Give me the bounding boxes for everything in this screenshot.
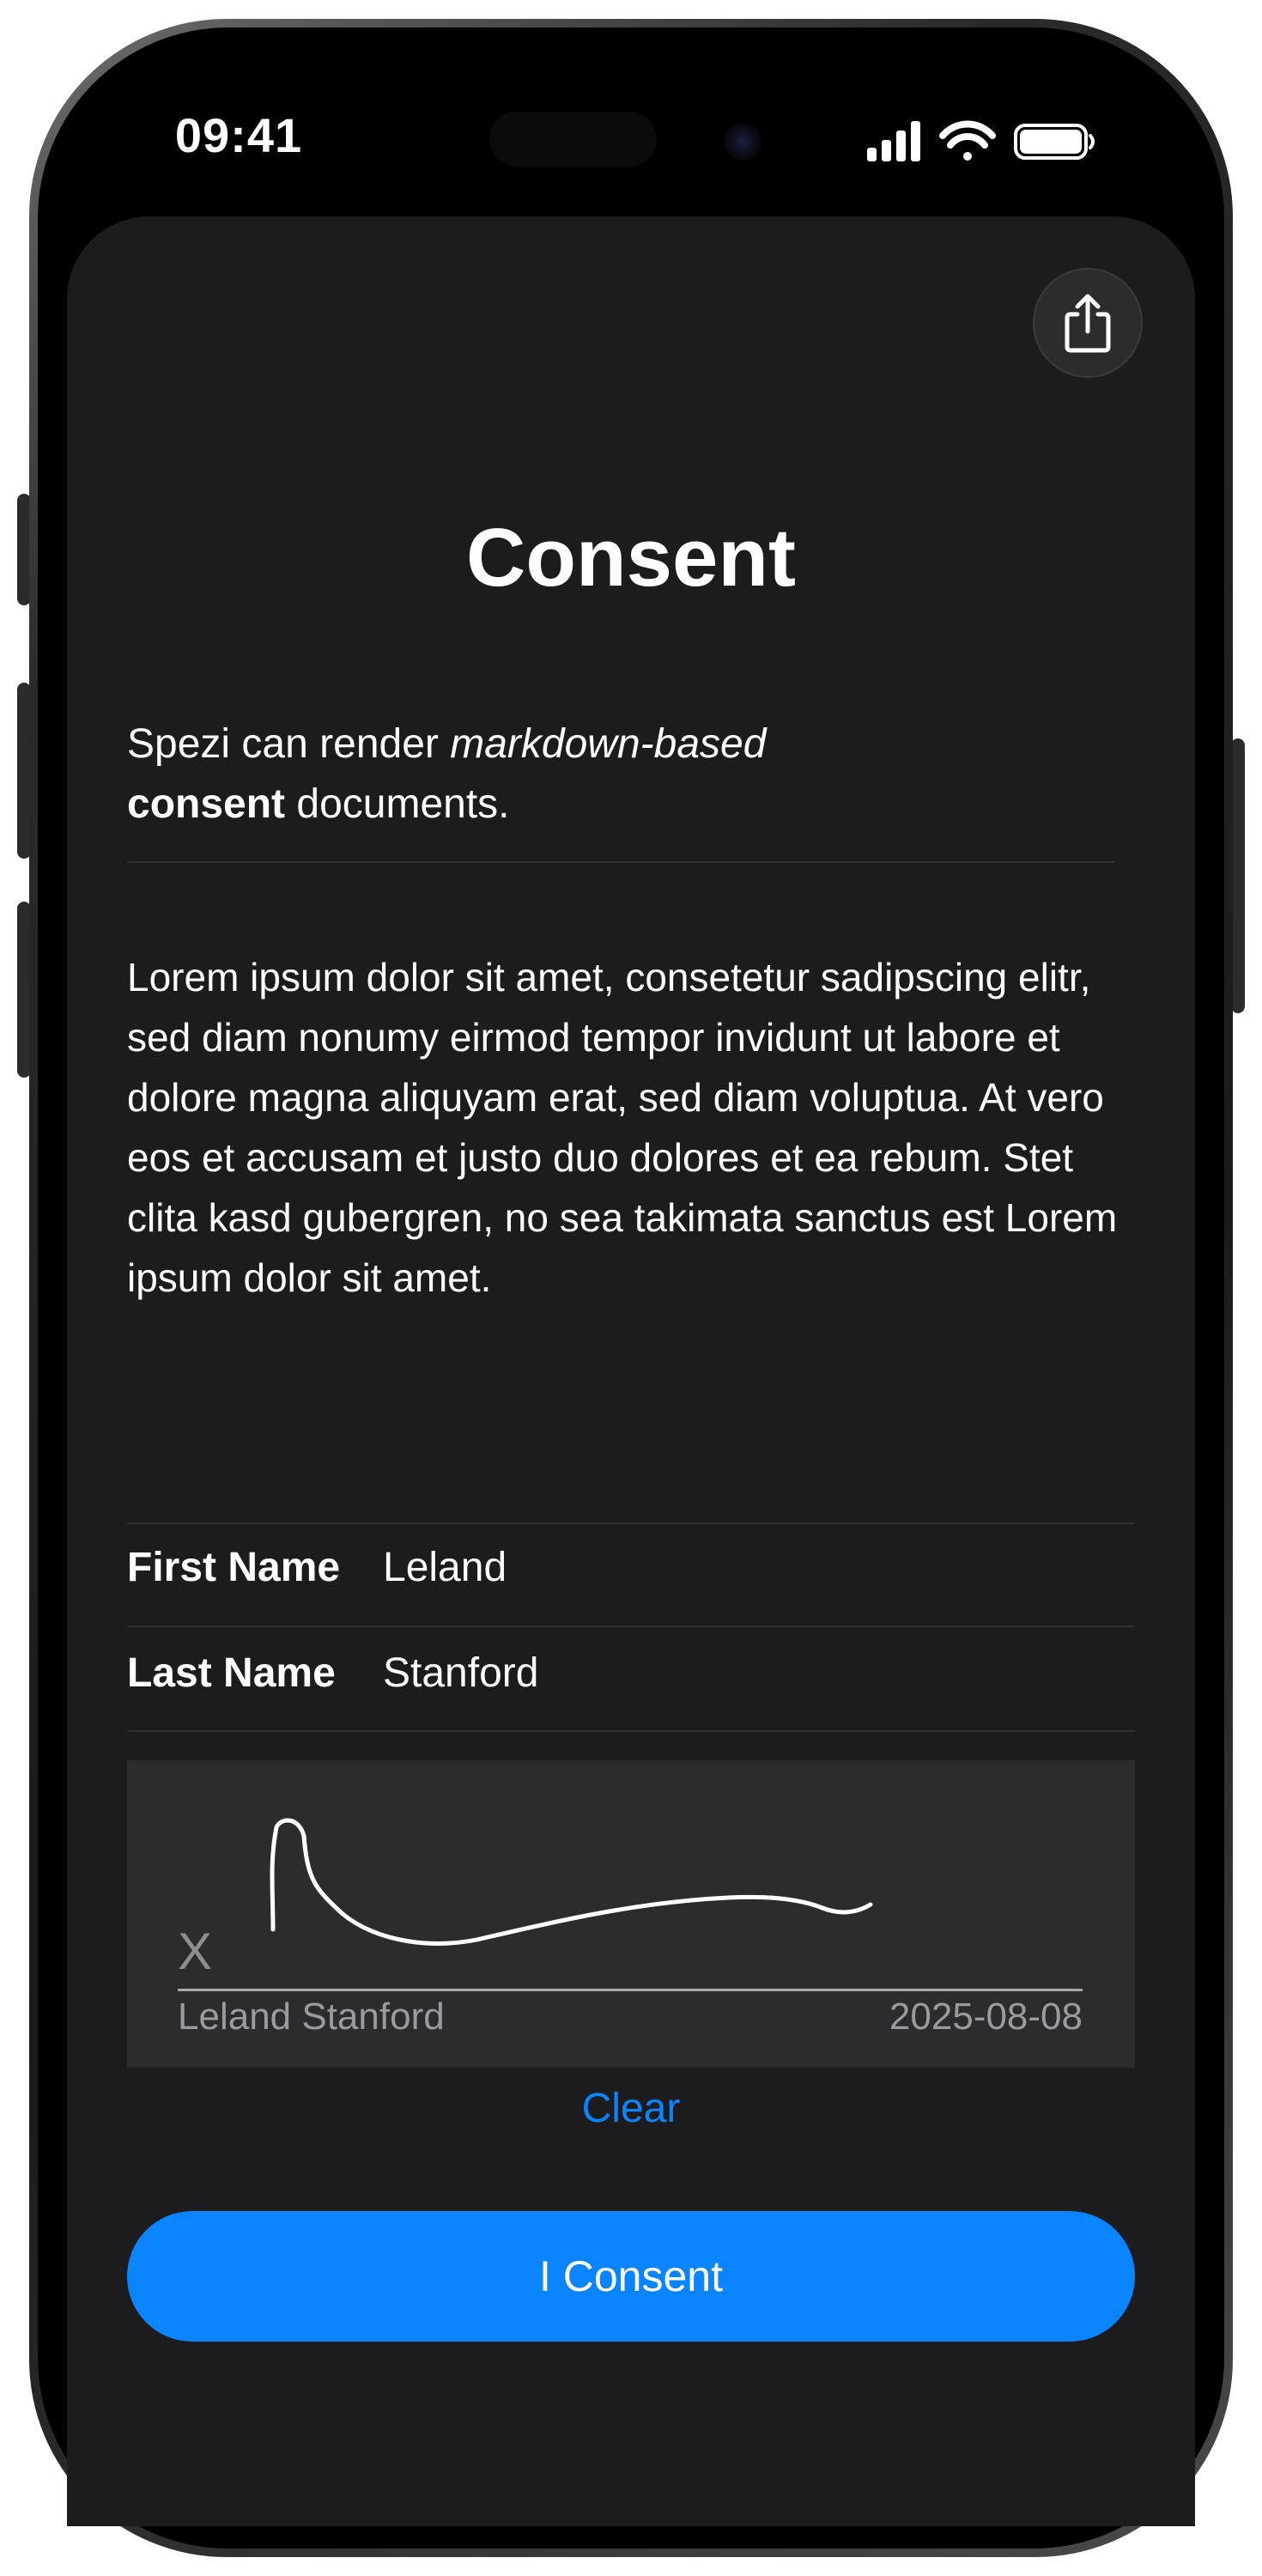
page-title: Consent: [466, 512, 796, 604]
intro-text-start: Spezi can render: [127, 721, 451, 767]
form-divider: [127, 1522, 1135, 1524]
share-button[interactable]: [1033, 268, 1143, 378]
first-name-label: First Name: [127, 1545, 341, 1590]
consent-body-text: Lorem ipsum dolor sit amet, consetetur s…: [127, 955, 1118, 1300]
signer-name: Leland Stanford: [178, 1996, 445, 2038]
share-icon: [1065, 294, 1111, 353]
dynamic-island: [489, 112, 657, 167]
camera-icon: [724, 123, 761, 161]
intro-paragraph: Spezi can render markdown-based consent d…: [127, 714, 1114, 835]
signature-date: 2025-08-08: [889, 1996, 1083, 2038]
form-divider: [127, 1730, 1135, 1732]
intro-italic-text: markdown-based: [450, 721, 767, 767]
clear-signature-button[interactable]: Clear: [515, 2085, 747, 2132]
battery-icon: [1014, 124, 1095, 160]
power-button: [1231, 738, 1245, 1013]
consent-button[interactable]: I Consent: [127, 2211, 1135, 2342]
status-icons: [867, 120, 1095, 161]
divider: [127, 861, 1114, 863]
last-name-label: Last Name: [127, 1650, 336, 1696]
signature-line: [178, 1989, 1083, 1991]
intro-bold-text: consent: [127, 781, 286, 827]
signature-x-marker: X: [178, 1923, 213, 1980]
wifi-icon: [939, 120, 996, 161]
last-name-field[interactable]: Stanford: [383, 1649, 538, 1697]
form-divider: [127, 1625, 1135, 1627]
status-time: 09:41: [174, 108, 303, 162]
first-name-field[interactable]: Leland: [383, 1544, 507, 1591]
cellular-signal-icon: [867, 121, 920, 161]
intro-text-end: documents.: [285, 781, 510, 827]
